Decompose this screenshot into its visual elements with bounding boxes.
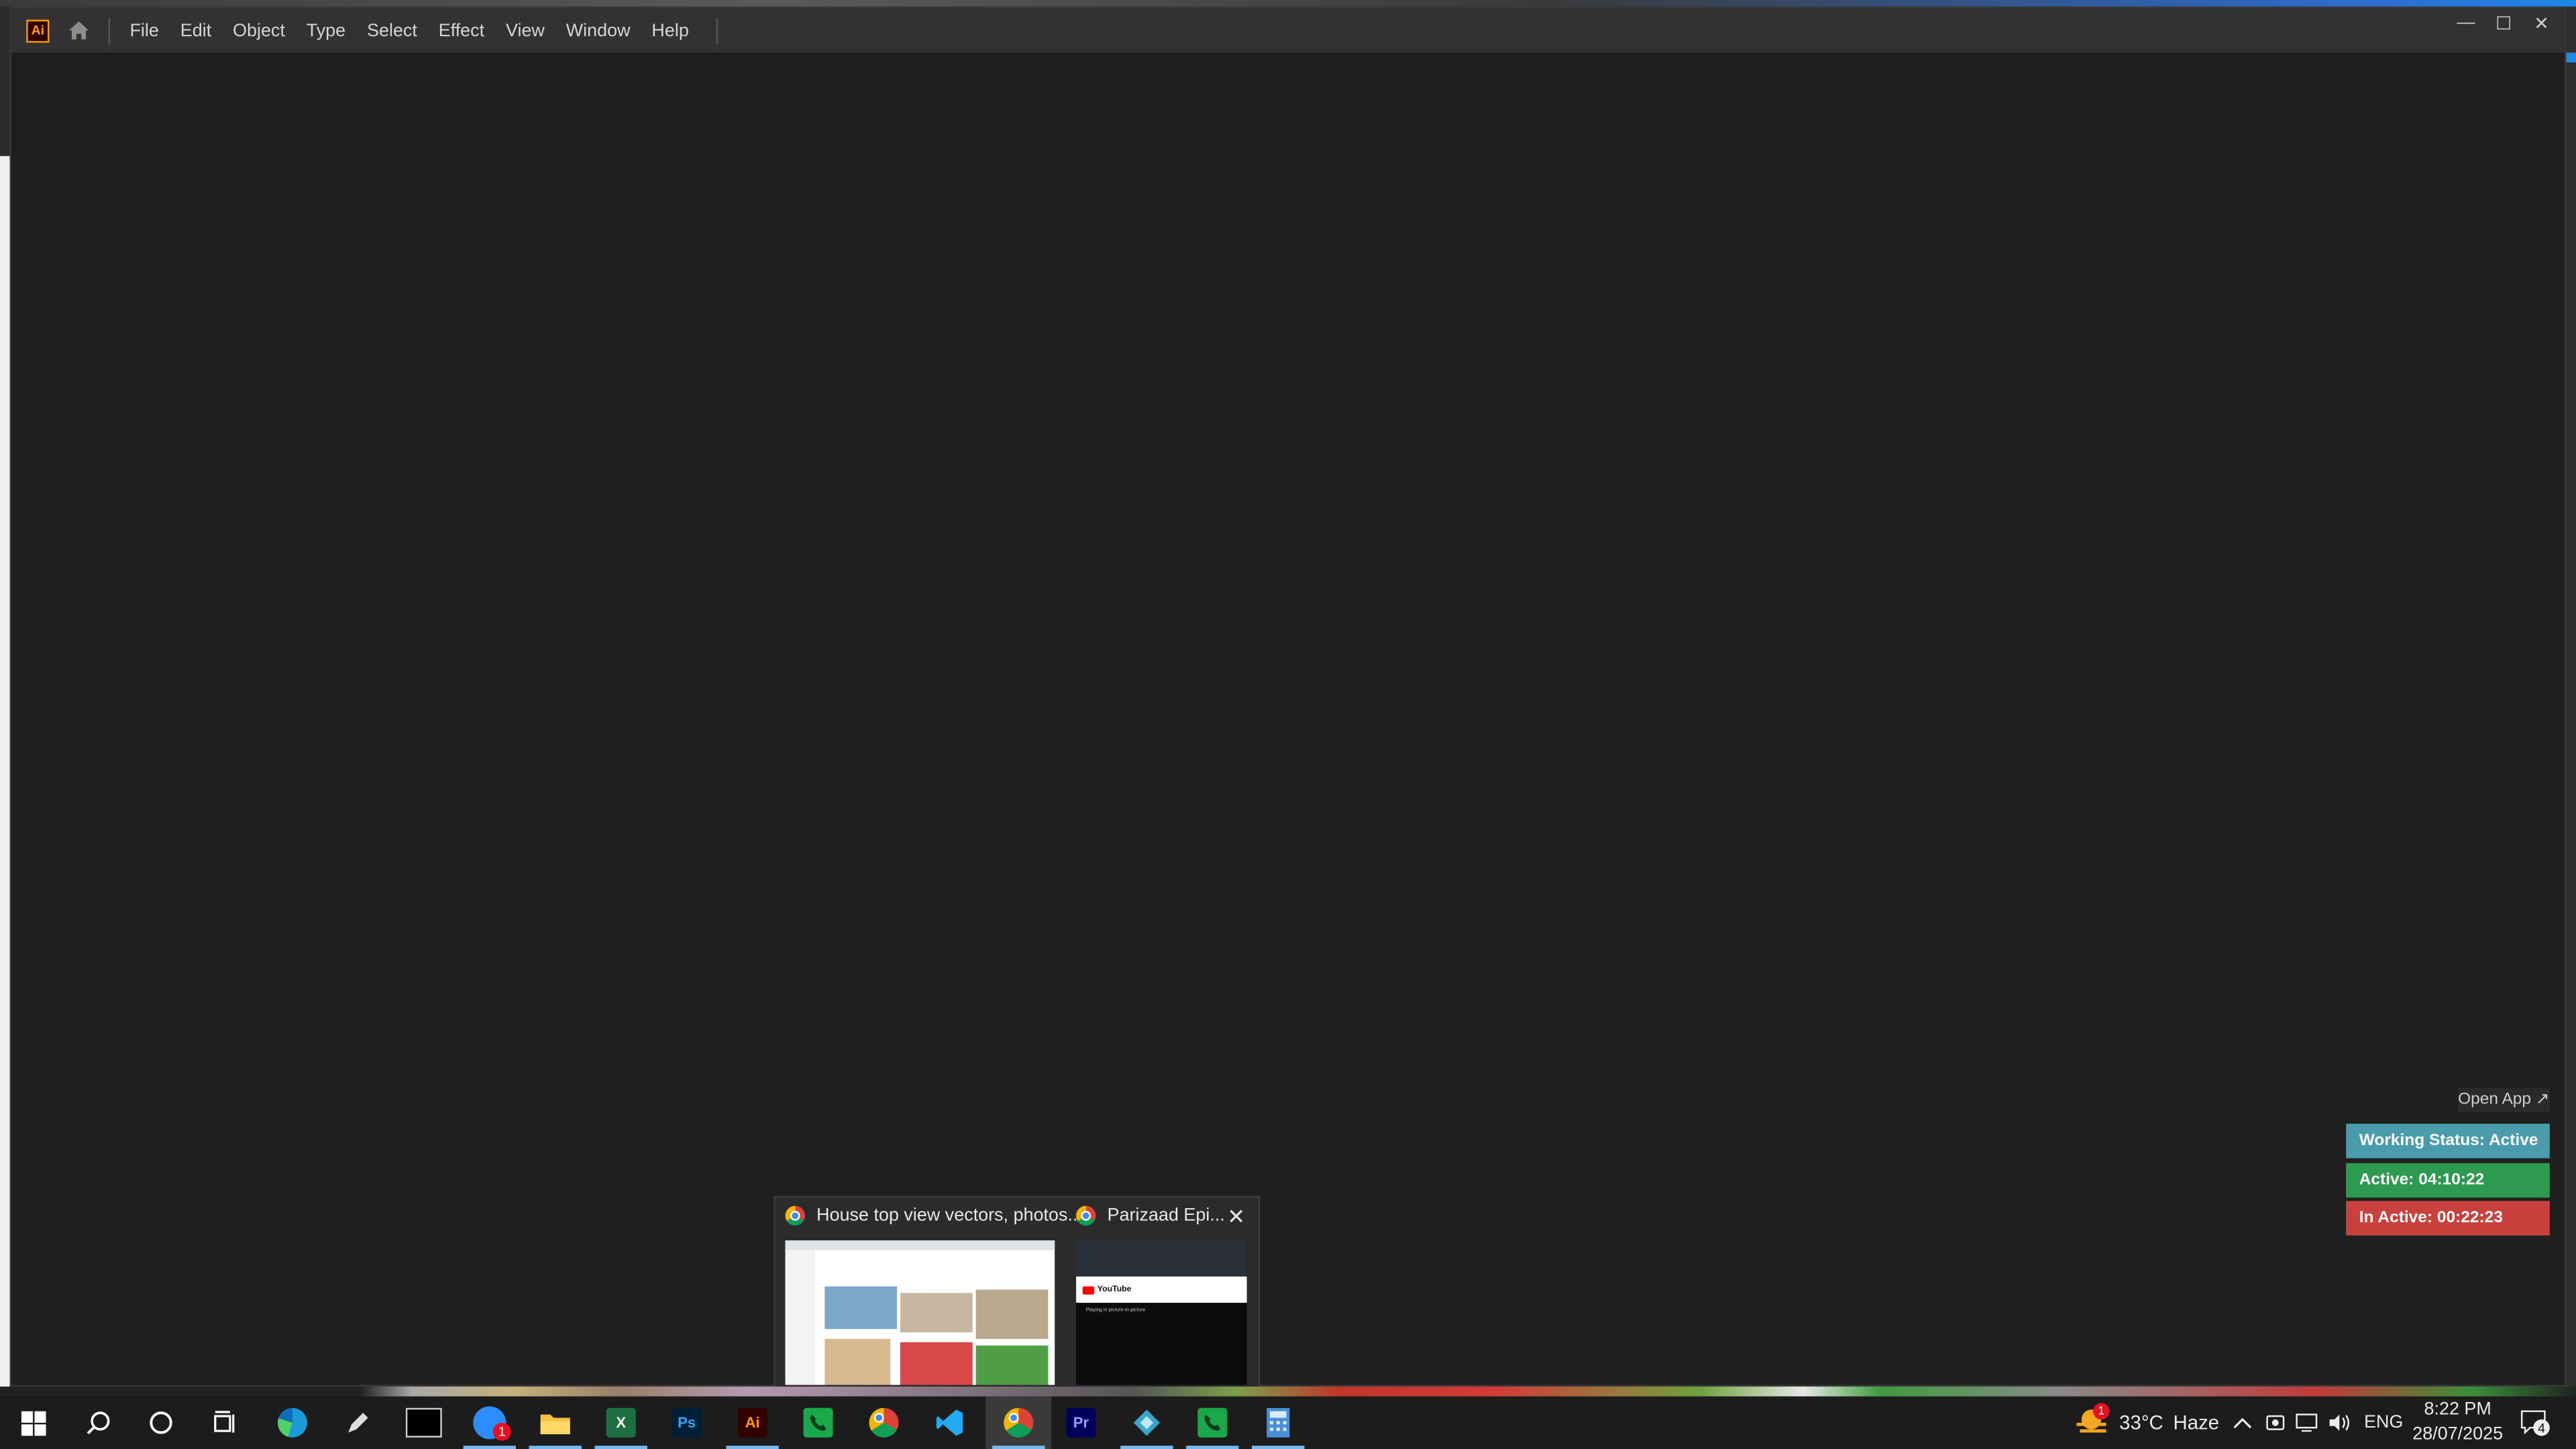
chevron-up-icon — [2233, 1417, 2252, 1429]
taskbar-app-zoom[interactable]: 1 — [457, 1397, 523, 1449]
taskbar-app-diamond[interactable] — [1114, 1397, 1179, 1449]
search-icon — [87, 1411, 110, 1435]
excel-icon: X — [606, 1407, 636, 1438]
background-window-edge — [0, 156, 10, 1389]
close-button[interactable]: ✕ — [2524, 8, 2560, 38]
preview-thumbnail — [785, 1240, 1055, 1385]
task-view-icon — [214, 1411, 235, 1433]
network-icon[interactable] — [2295, 1397, 2318, 1449]
working-status-badge: Working Status: Active — [2346, 1124, 2550, 1159]
menu-separator — [108, 17, 111, 44]
menu-view[interactable]: View — [496, 21, 556, 40]
taskbar-app-chrome[interactable] — [851, 1397, 917, 1449]
taskbar-app-excel[interactable]: X — [588, 1397, 654, 1449]
taskbar-app-pen[interactable] — [325, 1397, 391, 1449]
illustrator-logo: Ai — [26, 19, 50, 42]
taskbar-app-calculator[interactable] — [1245, 1397, 1311, 1449]
phone-icon — [803, 1407, 833, 1438]
notification-center-button[interactable]: 4 — [2520, 1397, 2550, 1449]
taskbar-app-photoshop[interactable]: Ps — [654, 1397, 720, 1449]
preview-title: Parizaad Epi... — [1107, 1205, 1225, 1226]
taskbar: 1 X Ps Ai Pr 1 33°C Haze ENG 8:22 PM 28/… — [0, 1396, 2576, 1449]
preview-card-house[interactable]: House top view vectors, photos... — [775, 1197, 1083, 1391]
menu-help[interactable]: Help — [642, 21, 700, 40]
menu-separator — [716, 17, 718, 44]
folder-icon — [540, 1414, 570, 1434]
menu-window[interactable]: Window — [556, 21, 642, 40]
open-app-button[interactable]: Open App ↗ — [2457, 1087, 2550, 1112]
chrome-icon — [1004, 1407, 1034, 1438]
volume-icon[interactable] — [2328, 1397, 2351, 1449]
pip-text: Playing in picture-in-picture — [1085, 1305, 1146, 1313]
language-indicator[interactable]: ENG — [2364, 1397, 2403, 1449]
menu-type[interactable]: Type — [297, 21, 357, 40]
task-view-button[interactable] — [193, 1397, 258, 1449]
clock-date: 28/07/2025 — [2412, 1424, 2504, 1444]
background-window-edge-right — [2566, 6, 2576, 1387]
menu-object[interactable]: Object — [223, 21, 297, 40]
taskbar-app-vscode[interactable] — [917, 1397, 983, 1449]
chrome-icon — [785, 1205, 806, 1226]
home-icon[interactable] — [66, 17, 92, 44]
weather-widget[interactable]: 1 33°C Haze — [2076, 1397, 2220, 1449]
menu-bar: Ai File Edit Object Type Select Effect V… — [11, 8, 2565, 53]
preview-card-parizaad[interactable]: Parizaad Epi... ✕ YouTube Playing in pic… — [1066, 1197, 1260, 1391]
premiere-icon: Pr — [1066, 1407, 1096, 1438]
taskbar-app-edge[interactable] — [260, 1397, 325, 1449]
taskbar-app-phone[interactable] — [786, 1397, 851, 1449]
taskbar-app-illustrator[interactable]: Ai — [720, 1397, 786, 1449]
background-window-strip — [0, 1386, 2576, 1397]
weather-temp: 33°C — [2119, 1411, 2163, 1434]
desktop-background-strip — [0, 0, 2576, 7]
taskbar-app-terminal[interactable] — [391, 1397, 457, 1449]
show-hidden-icons-button[interactable] — [2233, 1397, 2252, 1449]
close-icon[interactable]: ✕ — [1227, 1204, 1245, 1230]
meet-now-icon[interactable] — [2265, 1397, 2285, 1449]
terminal-icon — [405, 1407, 442, 1438]
search-button[interactable] — [66, 1397, 131, 1449]
preview-thumbnail: YouTube Playing in picture-in-picture — [1076, 1240, 1247, 1385]
menu-select[interactable]: Select — [357, 21, 429, 40]
workspace-canvas[interactable] — [11, 52, 2565, 1385]
maximize-button[interactable]: ☐ — [2485, 8, 2522, 38]
taskbar-app-premiere[interactable]: Pr — [1048, 1397, 1114, 1449]
clock[interactable]: 8:22 PM 28/07/2025 — [2408, 1397, 2507, 1449]
notification-count: 4 — [2533, 1419, 2550, 1436]
minimize-button[interactable]: — — [2448, 8, 2484, 38]
inactive-time-badge: In Active: 00:22:23 — [2346, 1201, 2550, 1236]
vscode-icon — [936, 1409, 963, 1436]
pen-icon — [348, 1413, 368, 1433]
calculator-icon — [1267, 1407, 1290, 1438]
active-time-badge: Active: 04:10:22 — [2346, 1163, 2550, 1198]
taskbar-app-chrome-profile[interactable] — [985, 1396, 1052, 1449]
weather-condition: Haze — [2173, 1411, 2220, 1434]
taskbar-app-phone-2[interactable] — [1179, 1397, 1245, 1449]
illustrator-icon: Ai — [737, 1407, 767, 1438]
notification-badge: 1 — [492, 1422, 511, 1441]
illustrator-window: Ai File Edit Object Type Select Effect V… — [9, 6, 2567, 1387]
preview-title: House top view vectors, photos... — [816, 1205, 1083, 1226]
photoshop-icon: Ps — [672, 1407, 702, 1438]
desktop: Ai File Edit Object Type Select Effect V… — [0, 0, 2576, 1449]
menu-effect[interactable]: Effect — [429, 21, 496, 40]
diamond-icon — [1133, 1409, 1160, 1436]
windows-logo-icon — [20, 1410, 46, 1436]
youtube-logo: YouTube — [1097, 1285, 1132, 1295]
edge-icon — [277, 1407, 307, 1438]
clock-time: 8:22 PM — [2424, 1399, 2491, 1419]
taskbar-app-file-explorer[interactable] — [523, 1397, 588, 1449]
weather-badge: 1 — [2093, 1403, 2110, 1419]
chrome-icon — [1076, 1205, 1096, 1226]
phone-icon — [1197, 1407, 1228, 1438]
cortana-icon — [150, 1411, 172, 1434]
weather-haze-icon: 1 — [2076, 1403, 2110, 1436]
menu-edit[interactable]: Edit — [170, 21, 223, 40]
menu-file[interactable]: File — [120, 21, 170, 40]
start-button[interactable] — [0, 1397, 66, 1449]
chrome-icon — [869, 1407, 899, 1438]
message-icon: 4 — [2520, 1409, 2550, 1436]
cortana-button[interactable] — [128, 1397, 194, 1449]
taskbar-thumbnail-preview: House top view vectors, photos... Pariza… — [773, 1195, 1260, 1393]
